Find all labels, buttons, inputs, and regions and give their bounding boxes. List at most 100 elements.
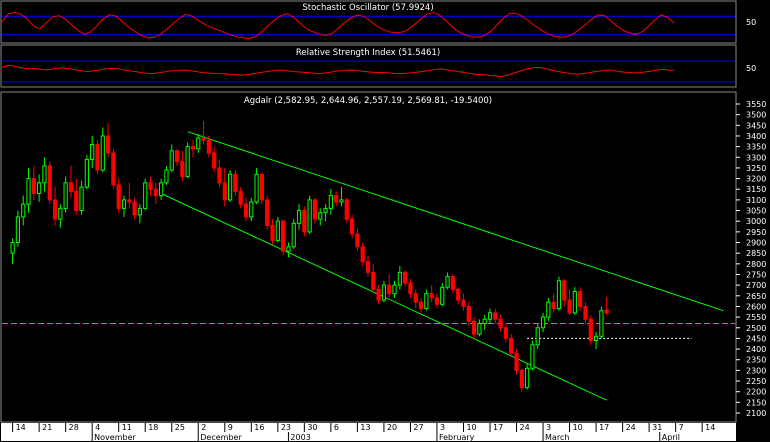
x-tick-label: 11 xyxy=(122,423,132,432)
candle xyxy=(307,195,312,234)
x-tick-label: 3 xyxy=(440,423,445,432)
candle-body xyxy=(95,143,100,171)
candle-body xyxy=(217,167,222,184)
candle-body xyxy=(572,291,577,314)
candle-body xyxy=(482,318,487,324)
chart-background xyxy=(0,0,770,442)
x-tick-label: 25 xyxy=(175,423,185,432)
candle-body xyxy=(132,201,137,216)
candle-body xyxy=(153,188,158,197)
candle-body xyxy=(567,299,572,314)
candle-body xyxy=(10,242,15,254)
price-ytick-label: 3450 xyxy=(746,121,766,130)
candle-body xyxy=(477,322,482,335)
candle xyxy=(281,219,286,256)
price-ytick-label: 2100 xyxy=(746,409,766,418)
candle-body xyxy=(307,199,312,233)
candle xyxy=(525,363,530,390)
candle-body xyxy=(58,207,63,220)
x-tick-label: 17 xyxy=(493,423,503,432)
price-ytick-label: 2650 xyxy=(746,292,766,301)
price-ytick-label: 2300 xyxy=(746,366,766,375)
candle-body xyxy=(238,190,243,205)
candle-body xyxy=(493,312,498,320)
price-ytick-label: 2800 xyxy=(746,260,766,269)
candle-body xyxy=(143,182,148,209)
candle xyxy=(227,170,233,203)
price-ytick-label: 3000 xyxy=(746,217,766,226)
candle-body xyxy=(270,224,275,241)
candle-body xyxy=(588,318,593,342)
candle-body xyxy=(323,207,328,214)
x-tick-label: 21 xyxy=(42,423,52,432)
candle-body xyxy=(551,301,556,310)
candle-body xyxy=(52,199,58,220)
candle-body xyxy=(546,301,551,318)
candle-body xyxy=(137,207,143,216)
candle-body xyxy=(365,261,371,273)
candle-body xyxy=(291,222,296,248)
x-tick-label: 16 xyxy=(254,423,264,432)
price-ytick-label: 3150 xyxy=(746,185,766,194)
candle-body xyxy=(206,139,211,154)
x-month-label: April xyxy=(662,433,680,442)
candle-body xyxy=(562,280,567,301)
candle-body xyxy=(593,335,599,342)
price-ytick-label: 3050 xyxy=(746,207,766,216)
date-axis: 14 21 28 4 11 18 25 2 9 16 23 30 6 13 20 27 3 10 17 24 3 10 17… xyxy=(1,423,736,442)
price-ytick-label: 2350 xyxy=(746,356,766,365)
candle xyxy=(530,340,535,371)
x-tick-label: 28 xyxy=(69,423,79,432)
candle xyxy=(84,155,89,190)
candle-body xyxy=(116,184,121,209)
candle-body xyxy=(413,293,418,303)
candle-body xyxy=(397,271,402,286)
candle-body xyxy=(227,173,233,201)
x-tick-label: 9 xyxy=(228,423,233,432)
candle-body xyxy=(376,288,381,301)
x-tick-label: 18 xyxy=(148,423,158,432)
candle xyxy=(143,178,148,211)
candle-body xyxy=(302,210,307,233)
candle-body xyxy=(15,216,21,244)
candle-body xyxy=(514,352,519,371)
x-tick-label: 6 xyxy=(334,423,339,432)
candle xyxy=(185,142,190,179)
candle-body xyxy=(349,218,355,235)
candle-body xyxy=(387,284,392,295)
x-tick-label: 10 xyxy=(573,423,583,432)
rsi-ytick-50: 50 xyxy=(746,64,756,73)
candle-body xyxy=(180,161,185,177)
candle-body xyxy=(148,182,153,190)
candle-body xyxy=(440,286,445,305)
x-tick-label: 23 xyxy=(281,423,291,432)
candle-body xyxy=(334,195,339,203)
candle xyxy=(265,195,270,230)
candle-body xyxy=(201,137,206,141)
price-ytick-label: 2450 xyxy=(746,334,766,343)
candle-body xyxy=(371,271,376,290)
candle xyxy=(275,216,280,243)
candle-body xyxy=(105,135,111,154)
candle-body xyxy=(424,293,429,310)
candle-body xyxy=(445,276,450,288)
candle-body xyxy=(450,276,455,290)
price-ytick-label: 3550 xyxy=(746,100,766,109)
candle-body xyxy=(530,344,535,369)
candle xyxy=(312,197,318,224)
candle-body xyxy=(408,282,413,295)
x-tick-label: 2 xyxy=(201,423,206,432)
x-tick-label: 13 xyxy=(360,423,370,432)
candle-body xyxy=(100,135,105,171)
price-ytick-label: 2700 xyxy=(746,281,766,290)
candle-body xyxy=(79,186,84,212)
candle-body xyxy=(249,201,254,218)
candle xyxy=(514,349,519,375)
x-tick-label: 27 xyxy=(413,423,423,432)
candle-body xyxy=(487,312,493,320)
x-month-label: December xyxy=(200,433,242,442)
candle-body xyxy=(498,318,503,329)
stochastic-ytick-50: 50 xyxy=(746,18,756,27)
candle-body xyxy=(392,284,397,295)
candle-body xyxy=(233,173,238,192)
